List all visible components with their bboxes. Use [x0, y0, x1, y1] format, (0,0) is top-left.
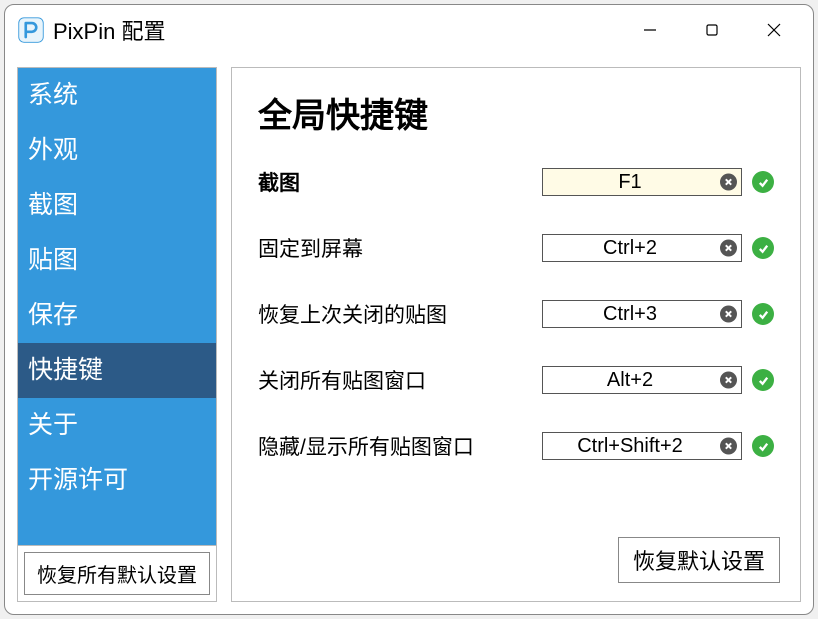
shortcut-input[interactable]: F1 [542, 168, 742, 196]
sidebar-item-label: 保存 [28, 301, 78, 329]
clear-icon[interactable] [720, 174, 737, 191]
restore-all-defaults-button[interactable]: 恢复所有默认设置 [24, 552, 210, 595]
close-icon [766, 22, 782, 38]
sidebar-item[interactable]: 贴图 [18, 233, 216, 288]
shortcut-row: 隐藏/显示所有贴图窗口Ctrl+Shift+2 [258, 431, 774, 461]
window-title: PixPin 配置 [53, 14, 619, 46]
sidebar-item[interactable]: 开源许可 [18, 453, 216, 508]
shortcut-label: 关闭所有贴图窗口 [258, 365, 542, 395]
titlebar: PixPin 配置 [5, 5, 813, 55]
status-ok-icon [752, 171, 774, 193]
shortcut-input[interactable]: Ctrl+3 [542, 300, 742, 328]
shortcut-input[interactable]: Ctrl+Shift+2 [542, 432, 742, 460]
shortcut-value: Ctrl+Shift+2 [547, 435, 713, 458]
sidebar-item[interactable]: 外观 [18, 123, 216, 178]
restore-defaults-button[interactable]: 恢复默认设置 [618, 537, 780, 583]
sidebar-item-label: 外观 [28, 136, 78, 164]
status-ok-icon [752, 237, 774, 259]
sidebar-item[interactable]: 关于 [18, 398, 216, 453]
status-ok-icon [752, 303, 774, 325]
clear-icon[interactable] [720, 306, 737, 323]
shortcut-label: 固定到屏幕 [258, 233, 542, 263]
shortcut-input[interactable]: Ctrl+2 [542, 234, 742, 262]
shortcut-value: F1 [547, 171, 713, 194]
close-button[interactable] [743, 10, 805, 50]
sidebar: 系统外观截图贴图保存快捷键关于开源许可 恢复所有默认设置 [17, 67, 217, 602]
sidebar-item[interactable]: 快捷键 [18, 343, 216, 398]
sidebar-item[interactable]: 保存 [18, 288, 216, 343]
sidebar-item[interactable]: 系统 [18, 68, 216, 123]
page-title: 全局快捷键 [258, 88, 774, 137]
clear-icon[interactable] [720, 372, 737, 389]
sidebar-list: 系统外观截图贴图保存快捷键关于开源许可 [18, 68, 216, 545]
shortcut-value: Ctrl+3 [547, 303, 713, 326]
sidebar-item-label: 贴图 [28, 246, 78, 274]
sidebar-item-label: 系统 [28, 81, 78, 109]
app-window: PixPin 配置 系统外观截图贴图保存快捷键关于开源许可 恢复所有默认设置 全… [4, 4, 814, 615]
content-area: 系统外观截图贴图保存快捷键关于开源许可 恢复所有默认设置 全局快捷键 截图F1固… [5, 55, 813, 614]
sidebar-item-label: 开源许可 [28, 466, 128, 494]
minimize-icon [642, 22, 658, 38]
sidebar-item-label: 快捷键 [28, 356, 103, 384]
main-panel: 全局快捷键 截图F1 固定到屏幕Ctrl+2 恢复上次关闭的贴图Ctrl+3 关闭所有… [231, 67, 801, 602]
app-icon [17, 16, 45, 44]
minimize-button[interactable] [619, 10, 681, 50]
shortcut-row: 截图F1 [258, 167, 774, 197]
shortcut-list: 截图F1 固定到屏幕Ctrl+2 恢复上次关闭的贴图Ctrl+3 关闭所有贴图窗口Al… [258, 167, 774, 461]
sidebar-item-label: 关于 [28, 411, 78, 439]
sidebar-footer: 恢复所有默认设置 [18, 545, 216, 601]
maximize-icon [705, 23, 719, 37]
window-controls [619, 10, 805, 50]
shortcut-input[interactable]: Alt+2 [542, 366, 742, 394]
shortcut-label: 恢复上次关闭的贴图 [258, 299, 542, 329]
shortcut-label: 隐藏/显示所有贴图窗口 [258, 431, 542, 461]
shortcut-label: 截图 [258, 167, 542, 197]
restore-default-wrap: 恢复默认设置 [618, 537, 780, 583]
maximize-button[interactable] [681, 10, 743, 50]
shortcut-row: 固定到屏幕Ctrl+2 [258, 233, 774, 263]
shortcut-value: Ctrl+2 [547, 237, 713, 260]
shortcut-value: Alt+2 [547, 369, 713, 392]
sidebar-item-label: 截图 [28, 191, 78, 219]
status-ok-icon [752, 369, 774, 391]
sidebar-item[interactable]: 截图 [18, 178, 216, 233]
shortcut-row: 关闭所有贴图窗口Alt+2 [258, 365, 774, 395]
clear-icon[interactable] [720, 438, 737, 455]
status-ok-icon [752, 435, 774, 457]
shortcut-row: 恢复上次关闭的贴图Ctrl+3 [258, 299, 774, 329]
clear-icon[interactable] [720, 240, 737, 257]
